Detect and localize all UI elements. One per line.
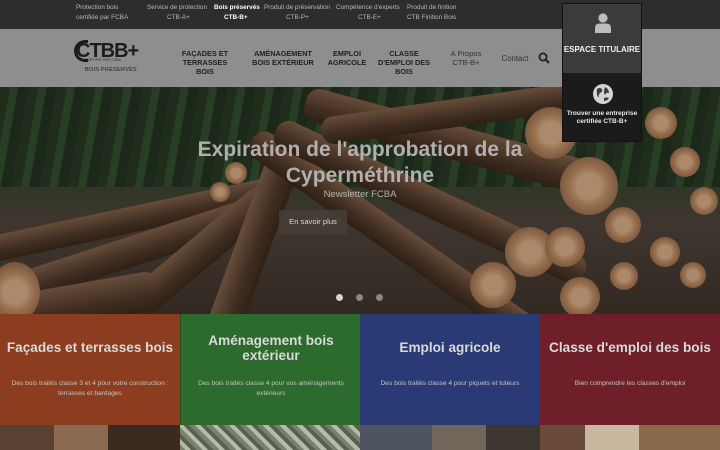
photo-strip-3 (360, 425, 540, 450)
top-link-line: CTB-E+ (358, 14, 381, 21)
tile-description: Des bois traités classe 4 pour piquets e… (380, 380, 520, 387)
nav-facades[interactable]: FAÇADES ET TERRASSES BOIS (174, 49, 236, 76)
top-link-line: CTB Finition Bois (407, 14, 457, 21)
slider-dot-2[interactable] (356, 294, 363, 301)
tile-title: Façades et terrasses bois (6, 340, 174, 355)
tile-description: Bien comprendre les classes d'emploi (574, 380, 686, 387)
top-link-bois-preserves[interactable]: Bois préservés CTB-B+ (214, 3, 260, 23)
top-link-produit[interactable]: Produit de préservation CTB-P+ (264, 3, 330, 23)
tile-description: Des bois traités classe 3 et 4 pour votr… (11, 380, 169, 397)
slider-dot-3[interactable] (376, 294, 383, 301)
tile-classe-emploi[interactable]: Classe d'emploi des bois Bien comprendre… (540, 314, 720, 425)
nav-emploi-agricole[interactable]: EMPLOI AGRICOLE (327, 49, 367, 67)
account-panel: ESPACE TITULAIRE Trouver une entreprise … (562, 3, 642, 142)
nav-amenagement[interactable]: AMÉNAGEMENT BOIS EXTÉRIEUR (245, 49, 321, 67)
nav-classe-emploi[interactable]: CLASSE D'EMPLOI DES BOIS (373, 49, 435, 76)
search-icon[interactable] (538, 52, 550, 64)
top-link-line: certifiée par FCBA (76, 14, 129, 21)
top-link-line: CTB-P+ (286, 14, 309, 21)
top-link-line: CTB-A+ (167, 14, 190, 21)
espace-titulaire-button[interactable]: ESPACE TITULAIRE (563, 4, 641, 73)
top-link-competence[interactable]: Compétence d'experts CTB-E+ (336, 3, 400, 23)
find-company-link[interactable]: Trouver une entreprise certifiée CTB-B+ (565, 110, 639, 125)
hero-title: Expiration de l'approbation de la Cyperm… (197, 138, 523, 187)
photo-strip-4 (540, 425, 720, 450)
photo-strip-1 (0, 425, 180, 450)
slider-dot-1[interactable] (336, 294, 343, 301)
espace-titulaire-label: ESPACE TITULAIRE (563, 45, 641, 54)
globe-icon[interactable] (592, 83, 614, 105)
logo-tagline-certified: CERTIFIÉ PAR FCBA (85, 58, 122, 62)
user-icon (595, 13, 611, 33)
top-link-line: CTB-B+ (224, 14, 248, 21)
hero-cta-button[interactable]: En savoir plus (279, 210, 347, 234)
nav-a-propos[interactable]: A Propos CTB-B+ (446, 49, 486, 67)
tile-emploi-agricole[interactable]: Emploi agricole Des bois traités classe … (360, 314, 540, 425)
logo-tagline: BOIS PRÉSERVÉS (85, 67, 137, 73)
top-link-line: Compétence d'experts (336, 4, 400, 11)
nav-contact[interactable]: Contact (498, 54, 532, 63)
top-link-line: Service de protection (147, 4, 208, 11)
hero-subtitle: Newsletter FCBA (323, 189, 397, 200)
tile-facades[interactable]: Façades et terrasses bois Des bois trait… (0, 314, 180, 425)
top-link-service[interactable]: Service de protection CTB-A+ (147, 3, 207, 23)
top-link-line: Produit de préservation (264, 4, 331, 11)
top-link-protection[interactable]: Protection bois certifiée par FCBA (76, 3, 128, 23)
ctb-logo[interactable]: CTBB+ CERTIFIÉ PAR FCBA BOIS PRÉSERVÉS (74, 40, 158, 74)
tile-title: Emploi agricole (399, 340, 501, 355)
tile-title: Aménagement bois extérieur (208, 333, 334, 363)
top-link-line: Produit de finition (407, 4, 457, 11)
tile-title: Classe d'emploi des bois (549, 340, 711, 355)
tile-description: Des bois traités classe 4 pour vos aména… (198, 380, 344, 397)
top-link-finition[interactable]: Produit de finition CTB Finition Bois (407, 3, 456, 23)
photo-strip-2 (180, 425, 360, 450)
top-link-line: Protection bois (76, 4, 119, 11)
top-link-line: Bois préservés (214, 4, 260, 11)
tile-amenagement[interactable]: Aménagement bois extérieur Des bois trai… (180, 314, 360, 425)
